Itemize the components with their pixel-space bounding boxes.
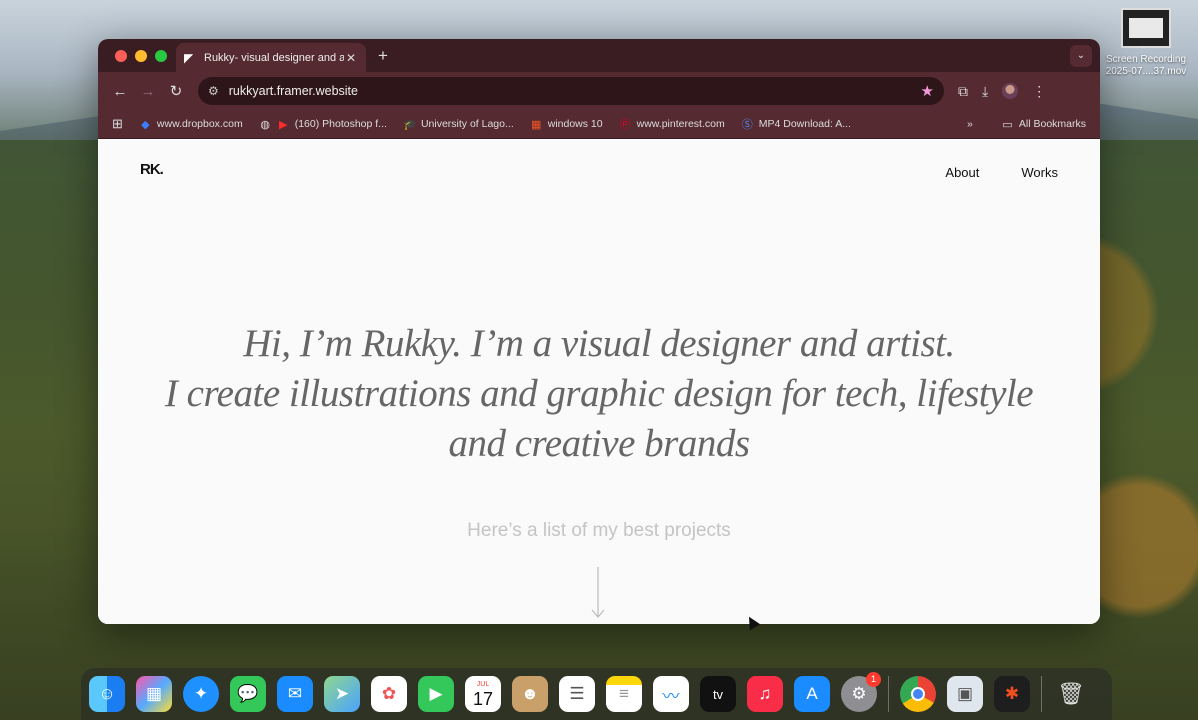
trash-icon[interactable]: 🗑 bbox=[1053, 676, 1089, 712]
all-bookmarks-button[interactable]: ▭ All Bookmarks bbox=[1001, 118, 1086, 131]
calendar-day: 17 bbox=[472, 688, 494, 709]
tab-search-button[interactable]: ⌄ bbox=[1070, 45, 1092, 67]
dock-separator bbox=[888, 676, 889, 712]
windows-icon: ▦ bbox=[531, 118, 542, 131]
bookmark-label: www.dropbox.com bbox=[156, 118, 243, 130]
tab-title: Rukky- visual designer and a bbox=[204, 51, 344, 64]
system-settings-icon[interactable]: ⚙ 1 bbox=[841, 672, 881, 712]
window-controls bbox=[115, 49, 167, 62]
maps-icon[interactable]: ➤ bbox=[324, 676, 360, 712]
hero-line-1: Hi, I’m Rukky. I’m a visual designer and… bbox=[243, 322, 955, 365]
dock-separator bbox=[1041, 676, 1042, 712]
back-button[interactable]: ← bbox=[106, 83, 134, 100]
folder-icon: ▭ bbox=[1002, 118, 1013, 131]
profile-avatar[interactable] bbox=[1002, 83, 1019, 99]
fullscreen-window-button[interactable] bbox=[155, 49, 167, 62]
messages-icon[interactable]: 💬 bbox=[230, 676, 266, 712]
appletv-icon[interactable]: tv bbox=[700, 676, 736, 712]
nav-works-link[interactable]: Works bbox=[1021, 165, 1058, 180]
hero-line-3: and creative brands bbox=[448, 422, 751, 465]
file-thumbnail bbox=[1121, 8, 1171, 48]
bookmarks-bar: ⊞ ◆ www.dropbox.com ◍ ▶ (160) Photoshop … bbox=[98, 110, 1100, 139]
close-window-button[interactable] bbox=[115, 49, 127, 62]
pinterest-icon: Ⓟ bbox=[619, 119, 631, 131]
preview-icon[interactable]: ▣ bbox=[947, 676, 983, 712]
close-tab-icon[interactable]: ✕ bbox=[344, 51, 358, 65]
facetime-icon[interactable]: ▶ bbox=[418, 676, 454, 712]
bookmark-label: MP4 Download: A... bbox=[758, 118, 851, 130]
new-tab-button[interactable]: + bbox=[378, 46, 388, 66]
address-bar[interactable]: ⚙ rukkyart.framer.website ★ bbox=[198, 77, 944, 105]
launchpad-icon[interactable]: ▦ bbox=[136, 676, 172, 712]
minimize-window-button[interactable] bbox=[135, 49, 147, 62]
bookmark-pinterest[interactable]: Ⓟ www.pinterest.com bbox=[619, 116, 725, 132]
nav-about-link[interactable]: About bbox=[945, 165, 979, 180]
bookmark-label: University of Lago... bbox=[420, 118, 514, 130]
url-text: rukkyart.framer.website bbox=[228, 84, 358, 98]
reload-button[interactable]: ↻ bbox=[162, 82, 190, 100]
bookmark-label: (160) Photoshop f... bbox=[294, 118, 387, 130]
s-icon: Ⓢ bbox=[741, 119, 753, 131]
forward-button[interactable]: → bbox=[134, 83, 162, 100]
calendar-icon[interactable]: JUL 17 bbox=[465, 676, 501, 712]
reminders-icon[interactable]: ☰ bbox=[559, 676, 595, 712]
bookmark-dropbox[interactable]: ◆ www.dropbox.com bbox=[139, 118, 243, 131]
bookmark-label: windows 10 bbox=[547, 118, 603, 130]
notes-icon[interactable]: ≡ bbox=[606, 676, 642, 712]
hero-line-2: I create illustrations and graphic desig… bbox=[164, 372, 1034, 415]
globe-icon: ◍ bbox=[260, 118, 270, 131]
all-bookmarks-label: All Bookmarks bbox=[1018, 118, 1086, 130]
site-logo[interactable]: RK. bbox=[140, 161, 164, 178]
projects-subtitle: Here’s a list of my best projects bbox=[467, 520, 731, 541]
contacts-icon[interactable]: ☻ bbox=[512, 676, 548, 712]
mail-icon[interactable]: ✉ bbox=[277, 676, 313, 712]
site-nav: About Works bbox=[945, 165, 1058, 180]
toolbar-actions: ⧉ ⤓ ⋮ bbox=[958, 83, 1046, 100]
more-menu-icon[interactable]: ⋮ bbox=[1032, 83, 1046, 100]
desktop-file-screen-recording[interactable]: Screen Recording 2025-07....37.mov bbox=[1100, 8, 1192, 78]
appletv-label: tv bbox=[712, 686, 724, 702]
bookmark-photoshop[interactable]: ◍ ▶ (160) Photoshop f... bbox=[259, 118, 387, 131]
file-name-line1: Screen Recording bbox=[1105, 54, 1187, 65]
calendar-month: JUL bbox=[476, 680, 490, 688]
music-icon[interactable]: ♫ bbox=[747, 676, 783, 712]
hero-heading: Hi, I’m Rukky. I’m a visual designer and… bbox=[98, 319, 1100, 469]
extensions-icon[interactable]: ⧉ bbox=[958, 83, 968, 100]
apps-grid-icon[interactable]: ⊞ bbox=[112, 116, 123, 132]
dropbox-icon: ◆ bbox=[141, 118, 150, 131]
finder-icon[interactable]: ☺ bbox=[89, 676, 125, 712]
photos-icon[interactable]: ✿ bbox=[371, 676, 407, 712]
bookmark-university[interactable]: 🎓 University of Lago... bbox=[403, 118, 514, 131]
figma-icon[interactable]: ✱ bbox=[994, 676, 1030, 712]
dock: ☺ ▦ ✦ 💬 ✉ ➤ ✿ ▶ JUL 17 ☻ ☰ ≡ 〰 tv ♫ A ⚙ … bbox=[81, 668, 1112, 720]
safari-icon[interactable]: ✦ bbox=[183, 676, 219, 712]
web-page: RK. About Works Hi, I’m Rukky. I’m a vis… bbox=[98, 139, 1100, 624]
framer-icon: ◤ bbox=[184, 50, 194, 65]
chrome-icon[interactable] bbox=[900, 676, 936, 712]
arrow-down-icon bbox=[591, 567, 605, 618]
freeform-icon[interactable]: 〰 bbox=[653, 676, 689, 712]
browser-toolbar: ← → ↻ ⚙ rukkyart.framer.website ★ ⧉ ⤓ ⋮ bbox=[98, 72, 1100, 110]
graduation-cap-icon: 🎓 bbox=[402, 118, 417, 131]
bookmark-label: www.pinterest.com bbox=[636, 118, 725, 130]
settings-badge: 1 bbox=[866, 672, 881, 687]
file-name-line2: 2025-07....37.mov bbox=[1105, 66, 1187, 77]
site-settings-icon[interactable]: ⚙ bbox=[208, 84, 219, 98]
bookmark-windows[interactable]: ▦ windows 10 bbox=[530, 118, 603, 131]
bookmarks-overflow-button[interactable]: » bbox=[967, 118, 973, 130]
youtube-icon: ▶ bbox=[278, 118, 288, 131]
tab-strip: ◤ Rukky- visual designer and a ✕ + ⌄ bbox=[98, 39, 1100, 72]
app-store-icon[interactable]: A bbox=[794, 676, 830, 712]
bookmark-mp4[interactable]: Ⓢ MP4 Download: A... bbox=[741, 116, 851, 132]
browser-window: ◤ Rukky- visual designer and a ✕ + ⌄ ← →… bbox=[98, 39, 1100, 624]
bookmark-star-icon[interactable]: ★ bbox=[921, 82, 934, 100]
tab-rukky[interactable]: ◤ Rukky- visual designer and a ✕ bbox=[176, 43, 366, 72]
download-icon[interactable]: ⤓ bbox=[982, 83, 988, 100]
